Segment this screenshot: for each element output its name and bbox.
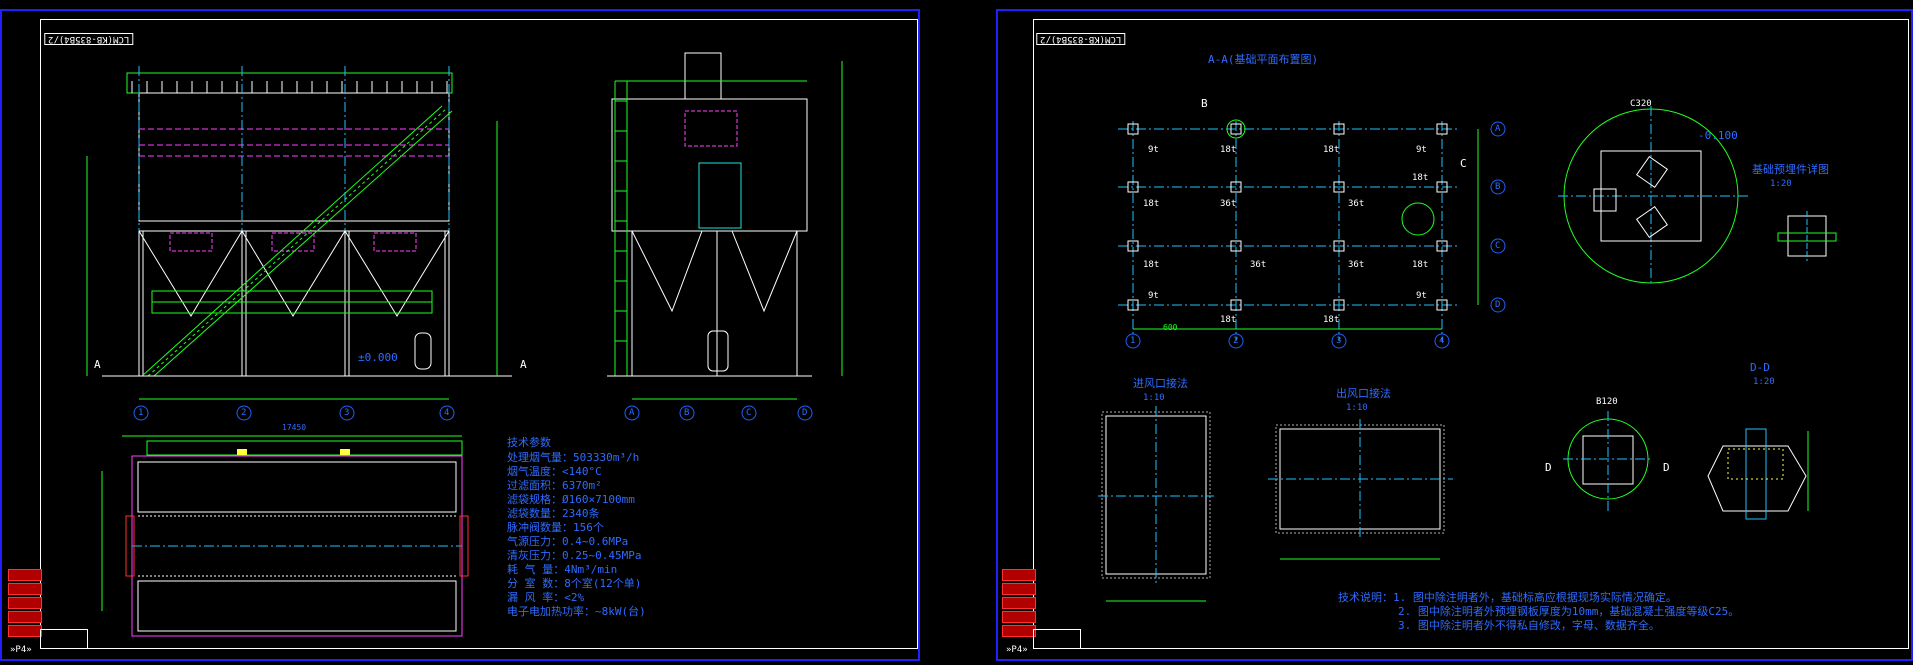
load-value: 36t xyxy=(1348,260,1365,270)
anchor-detail-scale: 1:20 xyxy=(1770,179,1792,189)
load-value: 18t xyxy=(1412,173,1429,183)
outlet-detail-scale: 1:10 xyxy=(1346,403,1368,413)
grid-axis-label: A xyxy=(1495,124,1501,134)
tech-param-line: 气源压力：0.4~0.6MPa xyxy=(507,535,629,548)
tech-param-line: 处理烟气量：503330m³/h xyxy=(507,451,640,464)
section-marker-a-right: A xyxy=(520,358,527,371)
tech-param-line: 过滤面积：6370m² xyxy=(507,479,602,492)
load-value: 18t xyxy=(1143,260,1160,270)
anchor-detail-title: 基础预埋件详图 xyxy=(1752,163,1829,176)
plan-view xyxy=(101,435,469,637)
front-axis-label: 4 xyxy=(444,408,450,418)
section-dd-title: D-D xyxy=(1750,361,1770,374)
elevation-label: -0.100 xyxy=(1698,129,1738,142)
tech-param-line: 脉冲阀数量：156个 xyxy=(507,521,604,534)
section-d-d xyxy=(1707,428,1809,520)
note-line: 技术说明：1. 图中除注明者外，基础标高应根据现场实际情况确定。 xyxy=(1338,591,1677,604)
anchor-detail xyxy=(1777,211,1837,261)
load-value: 9t xyxy=(1416,291,1427,301)
tech-param-line: 清灰压力：0.25~0.45MPa xyxy=(507,549,642,562)
tech-param-line: 耗 气 量：4Nm³/min xyxy=(507,563,618,576)
inlet-detail-scale: 1:10 xyxy=(1143,393,1165,403)
small-circle-title: B120 xyxy=(1596,397,1618,407)
tech-param-line: 电子电加热功率：~8kW(台) xyxy=(507,605,646,618)
tech-param-line: 滤袋规格：Ø160×7100mm xyxy=(507,493,635,506)
load-value: 9t xyxy=(1148,145,1159,155)
grid-axis-label: B xyxy=(1495,182,1501,192)
load-value: 9t xyxy=(1416,145,1427,155)
tech-param-line: 分 室 数：8个室(12个单) xyxy=(507,577,642,590)
note-line: 3. 图中除注明者外不得私自修改，字母、数据齐全。 xyxy=(1398,619,1660,632)
load-value: 18t xyxy=(1323,145,1340,155)
sheet-1-drawing xyxy=(86,52,843,637)
grid-axis-label: 1 xyxy=(1130,336,1136,346)
section-marker-d-right: D xyxy=(1663,461,1670,474)
foundation-plan-title: A-A(基础平面布置图) xyxy=(1208,53,1319,66)
tech-param-line: 漏 风 率：<2% xyxy=(507,591,585,604)
front-axis-label: 3 xyxy=(344,408,350,418)
inlet-detail-title: 进风口接法 xyxy=(1133,377,1188,390)
load-value: 18t xyxy=(1220,315,1237,325)
grid-dimension: 600 xyxy=(1163,323,1178,332)
note-line: 2. 图中除注明者外预埋钢板厚度为10mm，基础混凝土强度等级C25。 xyxy=(1398,605,1740,618)
technical-notes: 技术说明：1. 图中除注明者外，基础标高应根据现场实际情况确定。 2. 图中除注… xyxy=(1338,591,1739,633)
side-axis-label: A xyxy=(629,408,635,418)
load-value: 18t xyxy=(1220,145,1237,155)
tech-param-line: 烟气温度：<140°C xyxy=(507,465,602,478)
circle-detail-title: C320 xyxy=(1630,99,1652,109)
side-axis-label: D xyxy=(802,408,808,418)
load-value: 36t xyxy=(1250,260,1267,270)
tech-params-list: 处理烟气量：503330m³/h 烟气温度：<140°C 过滤面积：6370m²… xyxy=(507,451,646,619)
side-axis-label: B xyxy=(684,408,690,418)
outlet-flange-detail xyxy=(1268,419,1453,560)
front-axis-label: 1 xyxy=(138,408,144,418)
grid-axis-label: D xyxy=(1495,300,1501,310)
drawing-sheet-2: LCM(KB-835B4)/2 »P4» A-A(基础平面布置图) B C C3… xyxy=(996,9,1913,661)
callout-b: B xyxy=(1201,97,1208,110)
section-dd-scale: 1:20 xyxy=(1753,377,1775,387)
plan-length-dimension: 17450 xyxy=(282,423,307,432)
section-marker-d-left: D xyxy=(1545,461,1552,474)
inlet-flange-detail xyxy=(1098,406,1214,602)
grid-axis-label: 4 xyxy=(1439,336,1445,346)
grid-axis-label: 3 xyxy=(1336,336,1342,346)
load-value: 18t xyxy=(1412,260,1429,270)
load-value: 18t xyxy=(1323,315,1340,325)
foundation-plan xyxy=(1118,119,1506,349)
small-round-detail xyxy=(1563,411,1653,511)
elevation-zero-label: ±0.000 xyxy=(358,351,398,364)
grid-axis-label: 2 xyxy=(1233,336,1239,346)
load-value: 36t xyxy=(1348,199,1365,209)
load-value: 9t xyxy=(1148,291,1159,301)
front-axis-label: 2 xyxy=(241,408,247,418)
side-elevation xyxy=(607,52,843,421)
side-axis-label: C xyxy=(746,408,752,418)
front-elevation xyxy=(86,66,512,421)
grid-axis-label: C xyxy=(1495,241,1501,251)
callout-c: C xyxy=(1460,157,1467,170)
tech-param-line: 滤袋数量：2340条 xyxy=(507,507,600,520)
load-value: 36t xyxy=(1220,199,1237,209)
drawing-sheet-1: LCM(KB-835B4)/2 »P4» A A ±0.000 17450 1 … xyxy=(0,9,920,661)
tech-params-title: 技术参数 xyxy=(507,436,551,449)
load-value: 18t xyxy=(1143,199,1160,209)
outlet-detail-title: 出风口接法 xyxy=(1336,387,1391,400)
section-marker-a-left: A xyxy=(94,358,101,371)
